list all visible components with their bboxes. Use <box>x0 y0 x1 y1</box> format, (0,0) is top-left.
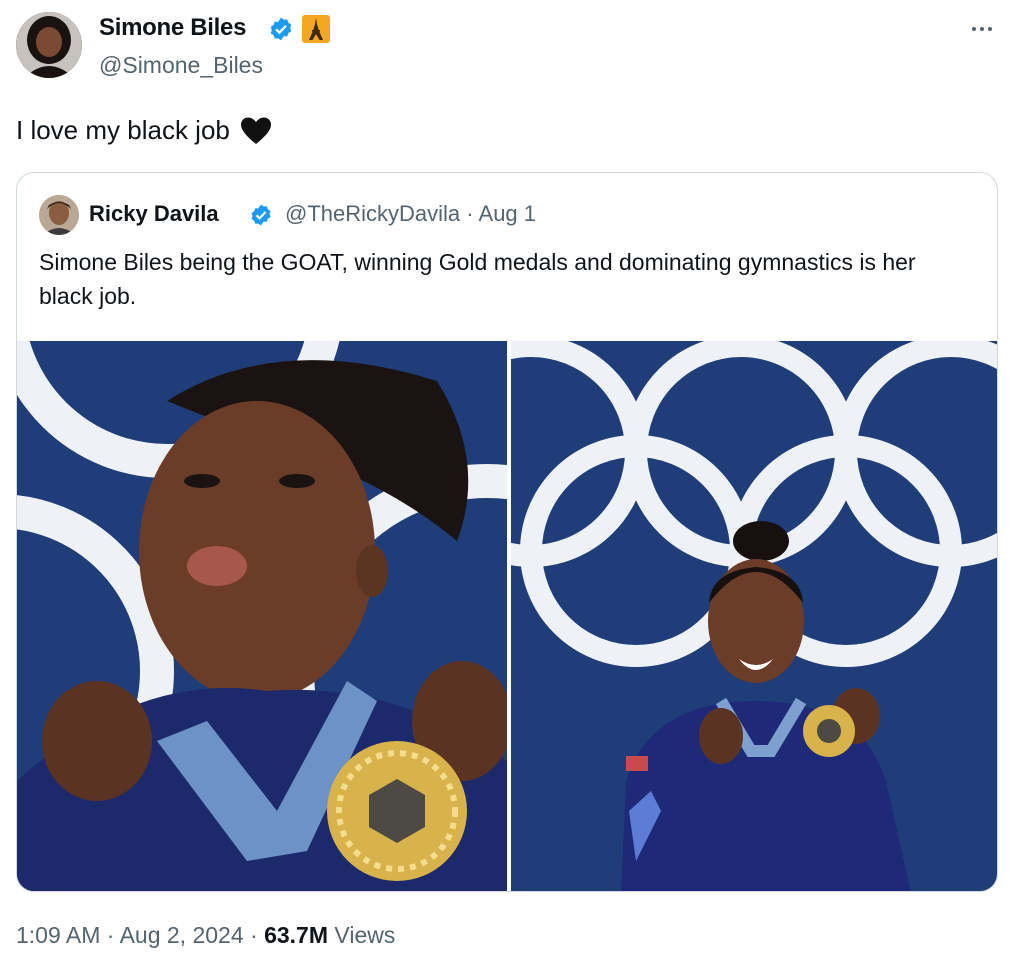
more-horizontal-icon[interactable] <box>962 14 1002 44</box>
media-photo-2[interactable] <box>511 341 997 891</box>
quote-author-handle[interactable]: @TheRickyDavila <box>285 201 460 226</box>
quote-handle-line: @TheRickyDavila · Aug 1 <box>285 201 536 227</box>
author-name[interactable]: Simone Biles <box>99 14 246 42</box>
views-count[interactable]: 63.7M <box>264 922 328 948</box>
tweet-body: I love my black job <box>16 115 230 145</box>
quoted-tweet[interactable]: Ricky Davila @TheRickyDavila · Aug 1 Sim… <box>16 172 998 892</box>
separator-dot: · <box>106 922 120 948</box>
author-avatar[interactable] <box>16 12 82 78</box>
views-label: Views <box>334 922 396 948</box>
quote-author-avatar[interactable] <box>39 195 79 235</box>
separator-dot: · <box>466 201 479 226</box>
tweet-date[interactable]: Aug 2, 2024 <box>120 922 244 948</box>
eiffel-tower-icon <box>302 15 330 43</box>
quote-verified-badge-icon <box>251 204 271 226</box>
tweet-text: I love my black job <box>16 115 272 146</box>
quote-text: Simone Biles being the GOAT, winning Gol… <box>39 249 916 309</box>
quote-date[interactable]: Aug 1 <box>479 201 537 226</box>
black-heart-icon <box>240 117 271 144</box>
media-photo-1[interactable] <box>17 341 507 891</box>
tweet-meta: 1:09 AM · Aug 2, 2024 · 63.7M Views <box>16 922 395 949</box>
author-handle[interactable]: @Simone_Biles <box>99 52 263 79</box>
verified-badge-icon <box>270 17 292 41</box>
tweet-time[interactable]: 1:09 AM <box>16 922 100 948</box>
quote-author-name[interactable]: Ricky Davila <box>89 201 219 227</box>
separator-dot: · <box>250 922 265 948</box>
